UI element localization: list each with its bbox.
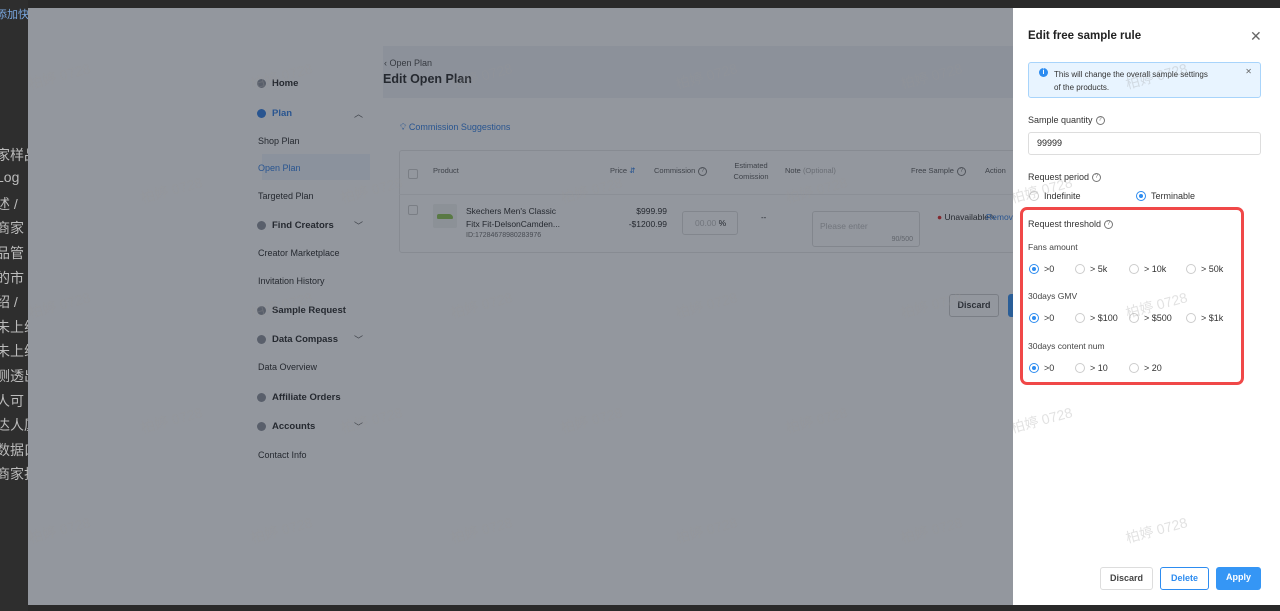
alert-close-icon[interactable]: ✕	[1245, 67, 1252, 76]
threshold-option-label[interactable]: > $100	[1090, 313, 1118, 323]
doc-fragment: Log	[0, 169, 20, 186]
sample-quantity-text: Sample quantity	[1028, 115, 1093, 125]
request-period-label: Request period?	[1028, 172, 1102, 183]
request-period-text: Request period	[1028, 172, 1090, 182]
edit-free-sample-drawer: Edit free sample rule ✕ i This will chan…	[1013, 8, 1280, 605]
doc-fragment: 人可	[0, 392, 24, 409]
doc-fragment: 未上线	[0, 343, 28, 360]
threshold-option-label[interactable]: > 50k	[1201, 264, 1223, 274]
apply-button[interactable]: Apply	[1216, 567, 1261, 590]
modal-overlay[interactable]	[28, 8, 1013, 605]
threshold-option-radio[interactable]	[1075, 363, 1085, 373]
sample-quantity-label: Sample quantity?	[1028, 115, 1105, 126]
threshold-group-label: 30days GMV	[1028, 291, 1078, 301]
threshold-option-label[interactable]: > 10	[1090, 363, 1108, 373]
info-icon: i	[1039, 68, 1048, 77]
sample-quantity-input[interactable]: 99999	[1028, 132, 1261, 155]
threshold-option-label[interactable]: > 20	[1144, 363, 1162, 373]
doc-fragment: 述 /	[0, 195, 18, 212]
threshold-option-label[interactable]: > $500	[1144, 313, 1172, 323]
doc-fragment: 的市	[0, 269, 24, 286]
threshold-option-radio[interactable]	[1129, 363, 1139, 373]
threshold-option-label[interactable]: >0	[1044, 313, 1054, 323]
alert-line2: of the products.	[1054, 83, 1110, 92]
threshold-option-radio[interactable]	[1029, 264, 1039, 274]
threshold-group-label: Fans amount	[1028, 242, 1078, 252]
threshold-option-label[interactable]: > 5k	[1090, 264, 1107, 274]
threshold-option-radio[interactable]	[1186, 313, 1196, 323]
doc-fragment: 数据口	[0, 441, 28, 458]
doc-fragment: 商家打	[0, 466, 28, 483]
background-document: 添加快家样品Log述 /商家品管的市绍 /未上线未上线测透出人可达人厦数据口商家…	[0, 0, 28, 611]
doc-fragment: 未上线	[0, 318, 28, 335]
alert-line1: This will change the overall sample sett…	[1054, 70, 1208, 79]
period-terminable-radio[interactable]	[1136, 191, 1146, 201]
info-alert: i This will change the overall sample se…	[1028, 62, 1261, 98]
doc-fragment: 绍 /	[0, 294, 18, 311]
doc-fragment: 测透出	[0, 368, 28, 384]
doc-fragment: 家样品	[0, 146, 28, 163]
doc-fragment: 商家	[0, 220, 24, 237]
threshold-option-radio[interactable]	[1129, 313, 1139, 323]
period-indefinite-radio[interactable]	[1029, 191, 1039, 201]
threshold-option-label[interactable]: > $1k	[1201, 313, 1223, 323]
help-icon[interactable]: ?	[1104, 220, 1114, 230]
threshold-option-radio[interactable]	[1075, 264, 1085, 274]
threshold-group-label: 30days content num	[1028, 341, 1105, 351]
doc-fragment: 达人厦	[0, 417, 28, 434]
period-indefinite-label[interactable]: Indefinite	[1044, 191, 1081, 201]
drawer-title: Edit free sample rule	[1028, 30, 1142, 42]
doc-fragment: 品管	[0, 245, 24, 261]
threshold-option-radio[interactable]	[1029, 313, 1039, 323]
request-threshold-text: Request threshold	[1028, 219, 1102, 229]
alert-text: This will change the overall sample sett…	[1054, 68, 1208, 94]
threshold-option-label[interactable]: > 10k	[1144, 264, 1166, 274]
help-icon[interactable]: ?	[1095, 116, 1105, 126]
threshold-option-label[interactable]: >0	[1044, 363, 1054, 373]
threshold-option-label[interactable]: >0	[1044, 264, 1054, 274]
threshold-option-radio[interactable]	[1075, 313, 1085, 323]
request-threshold-label: Request threshold?	[1028, 219, 1114, 230]
delete-button[interactable]: Delete	[1160, 567, 1209, 590]
period-terminable-label[interactable]: Terminable	[1151, 191, 1195, 201]
threshold-option-radio[interactable]	[1029, 363, 1039, 373]
close-icon[interactable]: ✕	[1250, 28, 1262, 45]
affiliate-page: HomePlan︿Shop PlanOpen PlanTargeted Plan…	[28, 8, 1013, 605]
threshold-option-radio[interactable]	[1129, 264, 1139, 274]
doc-fragment: 添加快	[0, 9, 28, 21]
threshold-option-radio[interactable]	[1186, 264, 1196, 274]
help-icon[interactable]: ?	[1092, 173, 1102, 183]
discard-button[interactable]: Discard	[1100, 567, 1153, 590]
